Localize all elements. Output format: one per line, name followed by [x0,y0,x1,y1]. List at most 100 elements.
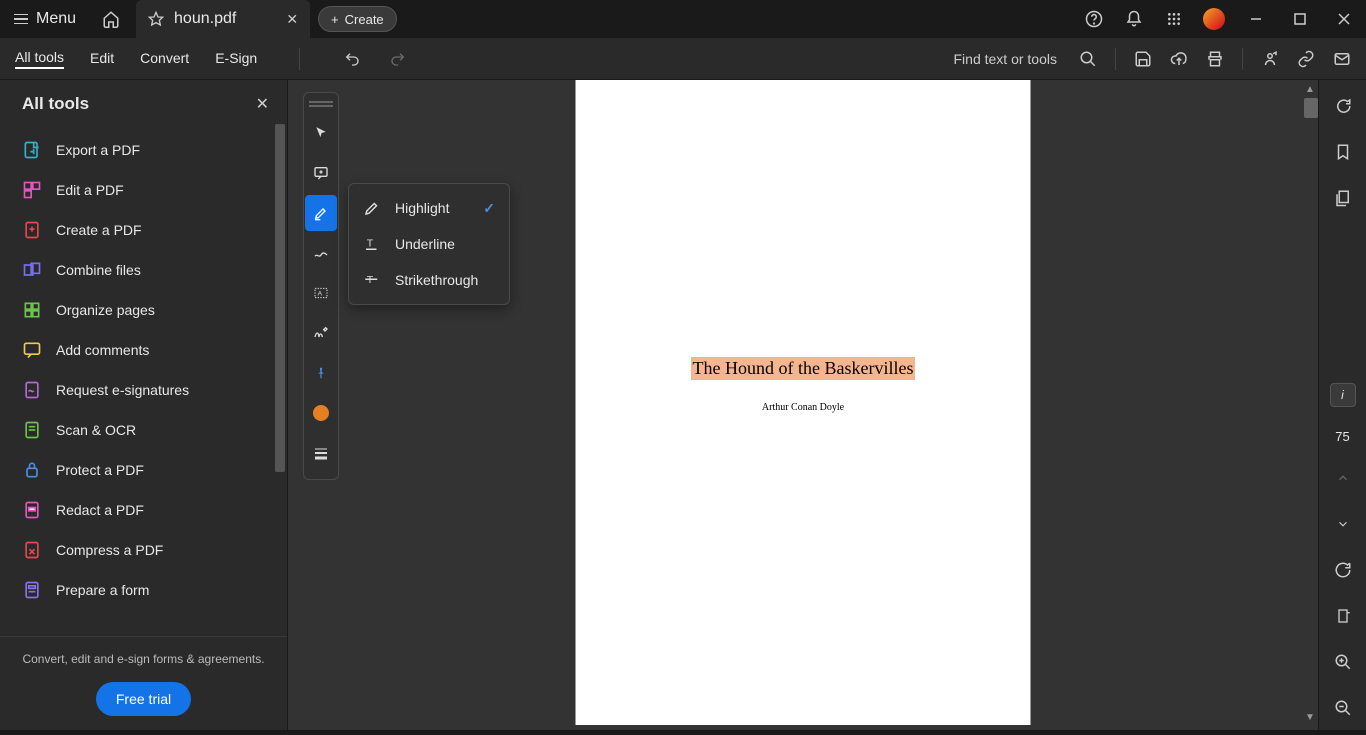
menu-button[interactable]: Menu [0,0,90,38]
share-button[interactable] [1261,50,1279,68]
upload-button[interactable] [1170,50,1188,68]
toolbar-tab-esign[interactable]: E-Sign [215,50,257,68]
page-display-icon [1335,607,1351,625]
tool-item-label: Protect a PDF [56,462,144,478]
zoom-out-button[interactable] [1328,696,1358,720]
toolbar-divider [299,48,300,70]
search-button[interactable] [1079,50,1097,68]
link-button[interactable] [1297,50,1315,68]
sidebar-tool-item[interactable]: Redact a PDF [14,490,279,530]
bookmarks-panel-button[interactable] [1328,140,1358,164]
sign-tool-button[interactable] [305,315,337,351]
toolbar-tab-edit[interactable]: Edit [90,50,114,68]
help-button[interactable] [1074,10,1114,28]
apps-button[interactable] [1154,11,1194,27]
save-button[interactable] [1134,50,1152,68]
comment-icon [313,165,329,181]
toolbar-tab-all-tools[interactable]: All tools [15,49,64,69]
tool-icon [22,340,42,360]
pin-tool-button[interactable] [305,355,337,391]
sidebar-scrollbar-thumb[interactable] [275,124,285,472]
document-canvas[interactable]: The Hound of the Baskervilles Arthur Con… [288,80,1318,730]
tool-item-label: Redact a PDF [56,502,144,518]
sidebar-tool-item[interactable]: Protect a PDF [14,450,279,490]
draw-tool-button[interactable] [305,235,337,271]
print-button[interactable] [1206,50,1224,68]
toolbar-divider [1115,48,1116,70]
popup-item-label: Highlight [395,200,449,216]
annotation-toolbar[interactable]: A [303,92,339,480]
home-button[interactable] [90,0,132,38]
toolbar-grip[interactable] [309,101,333,107]
line-thickness-button[interactable] [305,435,337,471]
sidebar-tool-item[interactable]: Compress a PDF [14,530,279,570]
create-button[interactable]: + Create [318,6,397,32]
underline-icon: T [363,235,381,253]
svg-text:T: T [367,237,374,249]
zoom-in-button[interactable] [1328,650,1358,674]
sidebar-scrollbar[interactable] [273,124,287,636]
highlight-icon [363,199,381,217]
current-page-input[interactable]: i [1330,383,1356,407]
rotate-button[interactable] [1328,558,1358,582]
sidebar-tool-item[interactable]: Edit a PDF [14,170,279,210]
page-down-button[interactable] [1328,512,1358,536]
minimize-icon [1250,13,1262,25]
window-maximize-button[interactable] [1278,0,1322,38]
sidebar-header: All tools ✕ [0,80,287,124]
scroll-up-button[interactable]: ▲ [1304,84,1316,96]
sidebar-close-button[interactable]: ✕ [256,94,269,114]
search-icon [1079,50,1097,68]
selection-tool-button[interactable] [305,115,337,151]
page-up-button[interactable] [1328,466,1358,490]
undo-button[interactable] [342,51,362,67]
add-text-tool-button[interactable]: A [305,275,337,311]
tool-icon [22,580,42,600]
sidebar-tool-item[interactable]: Export a PDF [14,130,279,170]
redo-button[interactable] [388,51,408,67]
window-minimize-button[interactable] [1234,0,1278,38]
tab-close-button[interactable]: ✕ [286,11,298,28]
sidebar-tool-item[interactable]: Request e-signatures [14,370,279,410]
tool-item-label: Compress a PDF [56,542,163,558]
window-close-button[interactable] [1322,0,1366,38]
scroll-down-button[interactable]: ▼ [1304,712,1316,724]
document-tab[interactable]: houn.pdf ✕ [136,0,310,38]
account-button[interactable] [1194,8,1234,30]
canvas-scrollbar[interactable]: ▲ ▼ [1304,84,1318,724]
search-label[interactable]: Find text or tools [954,51,1058,67]
redo-icon [388,51,408,67]
document-author[interactable]: Arthur Conan Doyle [762,402,844,413]
comments-panel-button[interactable] [1328,94,1358,118]
popup-item-strikethrough[interactable]: TStrikethrough [349,262,509,298]
toolbar-tab-convert[interactable]: Convert [140,50,189,68]
document-title-highlighted[interactable]: The Hound of the Baskervilles [691,357,916,380]
color-picker-button[interactable] [305,395,337,431]
email-button[interactable] [1333,50,1351,68]
popup-item-highlight[interactable]: Highlight✓ [349,190,509,226]
sidebar-tool-item[interactable]: Scan & OCR [14,410,279,450]
canvas-scrollbar-thumb[interactable] [1304,98,1318,118]
chevron-up-icon [1336,471,1350,485]
sidebar-tool-item[interactable]: Create a PDF [14,210,279,250]
sidebar-tool-item[interactable]: Combine files [14,250,279,290]
free-trial-button[interactable]: Free trial [96,682,191,716]
notifications-button[interactable] [1114,10,1154,28]
tool-icon [22,380,42,400]
comment-icon [1334,97,1352,115]
sidebar-tool-item[interactable]: Prepare a form [14,570,279,610]
tool-icon [22,180,42,200]
thumbnails-panel-button[interactable] [1328,186,1358,210]
popup-item-underline[interactable]: TUnderline [349,226,509,262]
sidebar-footer: Convert, edit and e-sign forms & agreeme… [0,636,287,730]
sidebar-tool-item[interactable]: Organize pages [14,290,279,330]
pdf-page[interactable]: The Hound of the Baskervilles Arthur Con… [576,80,1031,725]
highlight-tool-button[interactable] [305,195,337,231]
sidebar-tool-item[interactable]: Add comments [14,330,279,370]
sidebar-tool-list[interactable]: Export a PDFEdit a PDFCreate a PDFCombin… [0,124,287,636]
tool-item-label: Prepare a form [56,582,149,598]
add-comment-tool-button[interactable] [305,155,337,191]
page-display-button[interactable] [1328,604,1358,628]
tool-icon [22,460,42,480]
svg-text:A: A [318,291,323,298]
